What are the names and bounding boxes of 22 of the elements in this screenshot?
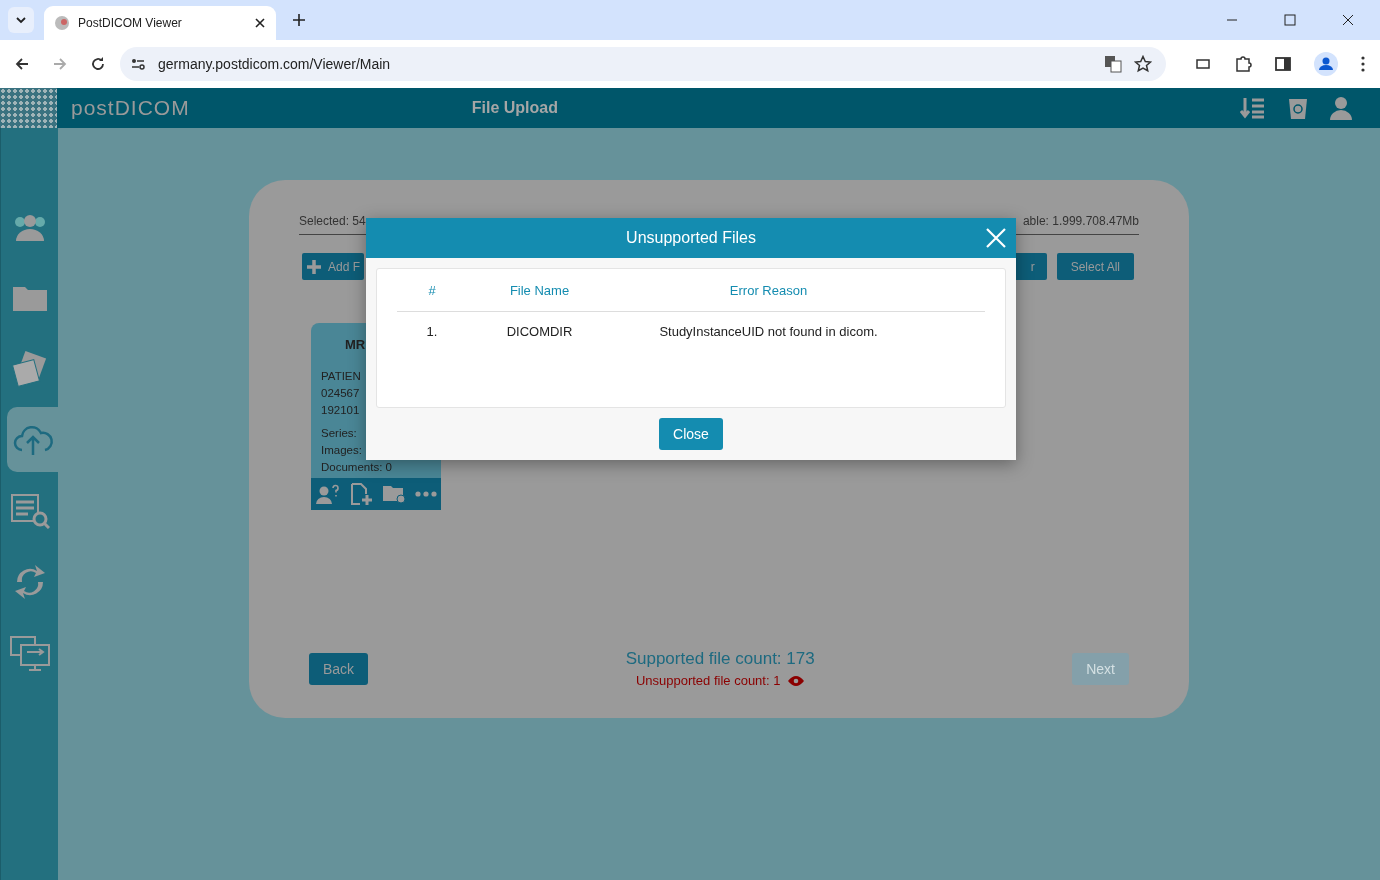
selected-count: Selected: 54 xyxy=(299,214,366,228)
series-count: Series: xyxy=(321,426,358,441)
url-text: germany.postdicom.com/Viewer/Main xyxy=(158,56,391,72)
logo-text: postDICOM xyxy=(71,96,190,120)
study-modality: MR xyxy=(345,337,366,352)
tab-title: PostDICOM Viewer xyxy=(78,16,183,30)
table-cell-text: 1. xyxy=(425,323,439,339)
images-count: Images: xyxy=(321,443,363,458)
study-detail: PATIEN xyxy=(321,369,362,384)
table-cell-text: DICOMDIR xyxy=(505,323,574,339)
page-title: File Upload xyxy=(470,99,559,117)
study-detail: 024567 xyxy=(321,386,361,401)
documents-count: Documents: 0 xyxy=(321,460,393,475)
column-header: Error Reason xyxy=(728,282,809,298)
dialog-title: Unsupported Files xyxy=(626,229,756,247)
study-detail: 192101 xyxy=(321,403,361,418)
column-header: File Name xyxy=(508,282,571,298)
supported-count: Supported file count: 173 xyxy=(625,649,815,669)
column-header: # xyxy=(427,282,437,298)
available-space: able: 1.999.708.47Mb xyxy=(1022,214,1139,228)
table-cell-text: StudyInstanceUID not found in dicom. xyxy=(658,323,879,339)
unsupported-count: Unsupported file count: 1 xyxy=(635,673,781,688)
